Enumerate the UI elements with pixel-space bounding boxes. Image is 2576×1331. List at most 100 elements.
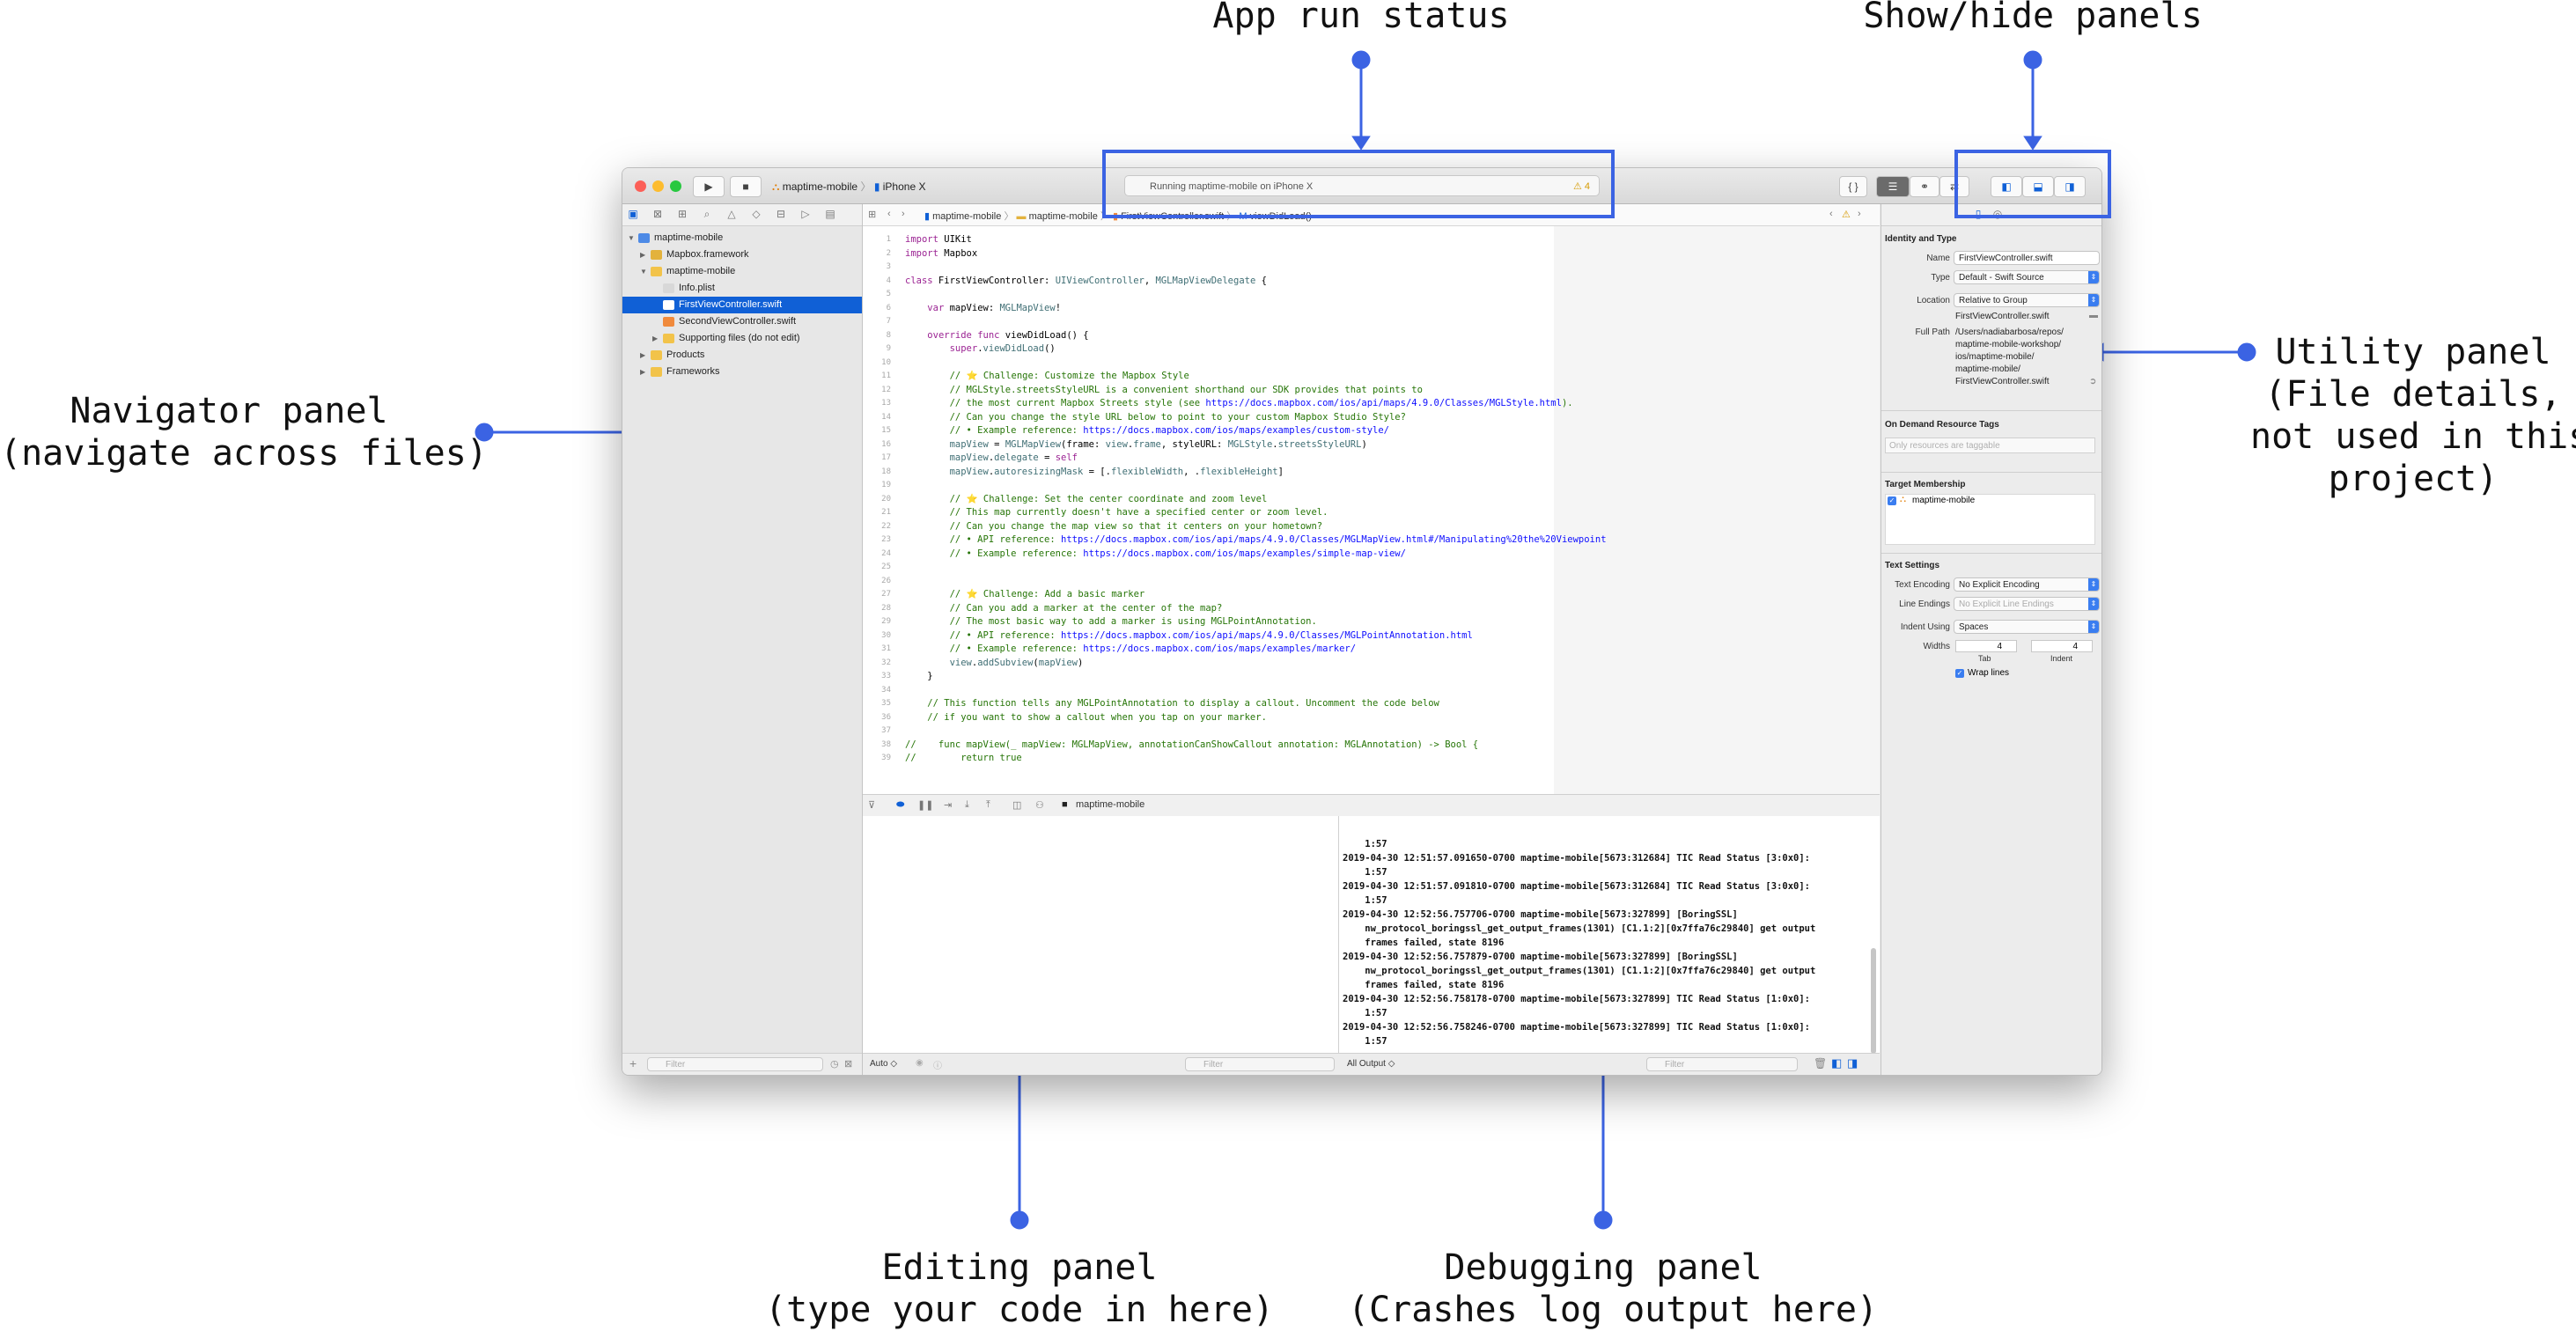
search-icon[interactable]: ⌕ xyxy=(700,208,714,221)
step-in-icon[interactable]: ⤓ xyxy=(965,799,969,811)
step-out-icon[interactable]: ⤒ xyxy=(986,799,990,811)
minimize-window-button[interactable] xyxy=(652,180,664,192)
next-issue-icon[interactable]: › xyxy=(1858,209,1861,219)
code-line[interactable] xyxy=(905,575,1880,589)
code-line[interactable]: mapView.delegate = self xyxy=(905,452,1880,466)
stop-button[interactable]: ■ xyxy=(730,176,762,197)
code-line[interactable] xyxy=(905,561,1880,575)
memory-graph-icon[interactable]: ⚇ xyxy=(1035,799,1044,811)
code-editor[interactable]: 1 2 3 4 5 6 7 8 9 10 11 12 13 14 15 16 17 18 19 20 21 22 23 24 2… xyxy=(863,226,1880,794)
code-line[interactable] xyxy=(905,684,1880,698)
tree-item[interactable]: Info.plist xyxy=(622,280,862,297)
code-line[interactable]: // This map currently doesn't have a spe… xyxy=(905,506,1880,520)
tab-width-field[interactable]: 4 xyxy=(1955,640,2017,652)
code-line[interactable]: var mapView: MGLMapView! xyxy=(905,302,1880,316)
code-line[interactable] xyxy=(905,357,1880,371)
code-line[interactable]: mapView.autoresizingMask = [.flexibleWid… xyxy=(905,466,1880,480)
target-checkbox[interactable]: ✓ xyxy=(1888,496,1896,505)
standard-editor-button[interactable]: ☰ xyxy=(1876,176,1910,197)
code-line[interactable]: // ⭐ Challenge: Add a basic marker xyxy=(905,588,1880,602)
location-select[interactable]: Relative to Group ⇕ xyxy=(1954,293,2100,307)
back-icon[interactable]: ‹ xyxy=(887,209,891,219)
code-lines[interactable]: import UIKit import Mapbox class FirstView… xyxy=(905,233,1880,766)
console-output[interactable]: 1:57 2019-04-30 12:51:57.091650-0700 mapt… xyxy=(1339,816,1880,1054)
code-line[interactable] xyxy=(905,288,1880,302)
code-line[interactable]: } xyxy=(905,670,1880,684)
code-line[interactable]: // if you want to show a callout when yo… xyxy=(905,711,1880,725)
console-output-select[interactable]: All Output ◇ xyxy=(1347,1059,1395,1069)
breakpoint-icon[interactable]: ▷ xyxy=(799,208,813,220)
name-field[interactable]: FirstViewController.swift xyxy=(1954,251,2100,265)
test-icon[interactable]: ◇ xyxy=(749,208,763,220)
split-left-icon[interactable]: ◧ xyxy=(1831,1056,1842,1070)
endings-select[interactable]: No Explicit Line Endings ⇕ xyxy=(1954,597,2100,611)
code-line[interactable]: override func viewDidLoad() { xyxy=(905,329,1880,343)
code-line[interactable]: // • Example reference: https://docs.map… xyxy=(905,424,1880,438)
variables-scope-select[interactable]: Auto ◇ xyxy=(870,1059,897,1069)
encoding-select[interactable]: No Explicit Encoding ⇕ xyxy=(1954,577,2100,592)
type-select[interactable]: Default - Swift Source ⇕ xyxy=(1954,270,2100,284)
debug-icon[interactable]: ⊟ xyxy=(774,208,788,220)
tree-item[interactable]: ▶ Supporting files (do not edit) xyxy=(622,330,862,347)
pause-icon[interactable]: ❚❚ xyxy=(917,799,933,811)
code-line[interactable]: // return true xyxy=(905,752,1880,766)
code-line[interactable]: mapView = MGLMapView(frame: view.frame, … xyxy=(905,438,1880,452)
info-icon[interactable]: ⓘ xyxy=(933,1058,942,1071)
tree-item[interactable]: ▶ Products xyxy=(622,347,862,364)
scm-filter-icon[interactable]: ⊠ xyxy=(844,1058,852,1070)
issue-icon[interactable]: △ xyxy=(725,208,739,220)
eye-icon[interactable]: ◉ xyxy=(916,1058,924,1068)
code-line[interactable] xyxy=(905,261,1880,275)
library-button[interactable]: { } xyxy=(1839,176,1867,197)
code-line[interactable] xyxy=(905,479,1880,493)
tree-item[interactable]: ▶ Frameworks xyxy=(622,364,862,380)
view-debugger-icon[interactable]: ◫ xyxy=(1012,799,1021,811)
add-icon[interactable]: + xyxy=(629,1056,637,1070)
clock-icon[interactable]: ◷ xyxy=(830,1058,839,1070)
breakpoints-icon[interactable]: ⬬ xyxy=(896,799,904,811)
code-line[interactable]: // Can you add a marker at the center of… xyxy=(905,602,1880,616)
code-line[interactable]: // • API reference: https://docs.mapbox.… xyxy=(905,533,1880,548)
tree-item[interactable]: ▼ maptime-mobile xyxy=(622,263,862,280)
variables-view[interactable] xyxy=(863,816,1339,1054)
odr-tags-field[interactable]: Only resources are taggable xyxy=(1885,438,2095,453)
code-line[interactable]: super.viewDidLoad() xyxy=(905,342,1880,357)
forward-icon[interactable]: › xyxy=(902,209,905,219)
step-over-icon[interactable]: ⇥ xyxy=(944,799,952,811)
code-line[interactable]: import UIKit xyxy=(905,233,1880,247)
tree-item[interactable]: SecondViewController.swift xyxy=(622,313,862,330)
code-line[interactable]: // • Example reference: https://docs.map… xyxy=(905,643,1880,657)
code-line[interactable]: // This function tells any MGLPointAnnot… xyxy=(905,697,1880,711)
symbol-icon[interactable]: ⊞ xyxy=(675,208,689,220)
hide-debug-icon[interactable]: ⊽ xyxy=(868,799,875,811)
variables-filter-input[interactable]: Filter xyxy=(1185,1057,1335,1071)
code-line[interactable] xyxy=(905,315,1880,329)
assistant-editor-button[interactable]: ⚭ xyxy=(1910,176,1939,197)
split-right-icon[interactable]: ◨ xyxy=(1847,1056,1858,1070)
code-line[interactable]: view.addSubview(mapView) xyxy=(905,657,1880,671)
code-line[interactable]: // the most current Mapbox Streets style… xyxy=(905,397,1880,411)
close-window-button[interactable] xyxy=(635,180,646,192)
tree-item[interactable]: ▶ Mapbox.framework xyxy=(622,246,862,263)
scheme-selector[interactable]: ⛬ maptime-mobile 〉 ▮ iPhone X xyxy=(772,179,925,194)
reveal-icon[interactable]: ➲ xyxy=(2089,377,2096,386)
prev-issue-icon[interactable]: ‹ xyxy=(1829,209,1833,219)
code-line[interactable]: // The most basic way to add a marker is… xyxy=(905,615,1880,629)
navigator-filter-input[interactable]: Filter xyxy=(647,1057,823,1071)
code-line[interactable]: // Can you change the style URL below to… xyxy=(905,411,1880,425)
warning-icon[interactable]: ⚠ xyxy=(1842,209,1851,220)
tree-item-selected[interactable]: FirstViewController.swift xyxy=(622,297,862,313)
code-line[interactable]: // • API reference: https://docs.mapbox.… xyxy=(905,629,1880,643)
code-line[interactable]: // • Example reference: https://docs.map… xyxy=(905,548,1880,562)
report-icon[interactable]: ▤ xyxy=(823,208,837,220)
indent-width-field[interactable]: 4 xyxy=(2031,640,2093,652)
code-line[interactable]: import Mapbox xyxy=(905,247,1880,261)
code-line[interactable]: // Can you change the map view so that i… xyxy=(905,520,1880,534)
code-line[interactable]: // MGLStyle.streetsStyleURL is a conveni… xyxy=(905,384,1880,398)
source-control-icon[interactable]: ⊠ xyxy=(651,208,665,220)
code-line[interactable] xyxy=(905,724,1880,739)
tree-item[interactable]: ▼ maptime-mobile xyxy=(622,230,862,246)
related-items-icon[interactable]: ⊞ xyxy=(868,209,876,220)
folder-icon[interactable]: ▣ xyxy=(626,208,640,220)
console-scrollbar[interactable] xyxy=(1871,948,1876,1054)
